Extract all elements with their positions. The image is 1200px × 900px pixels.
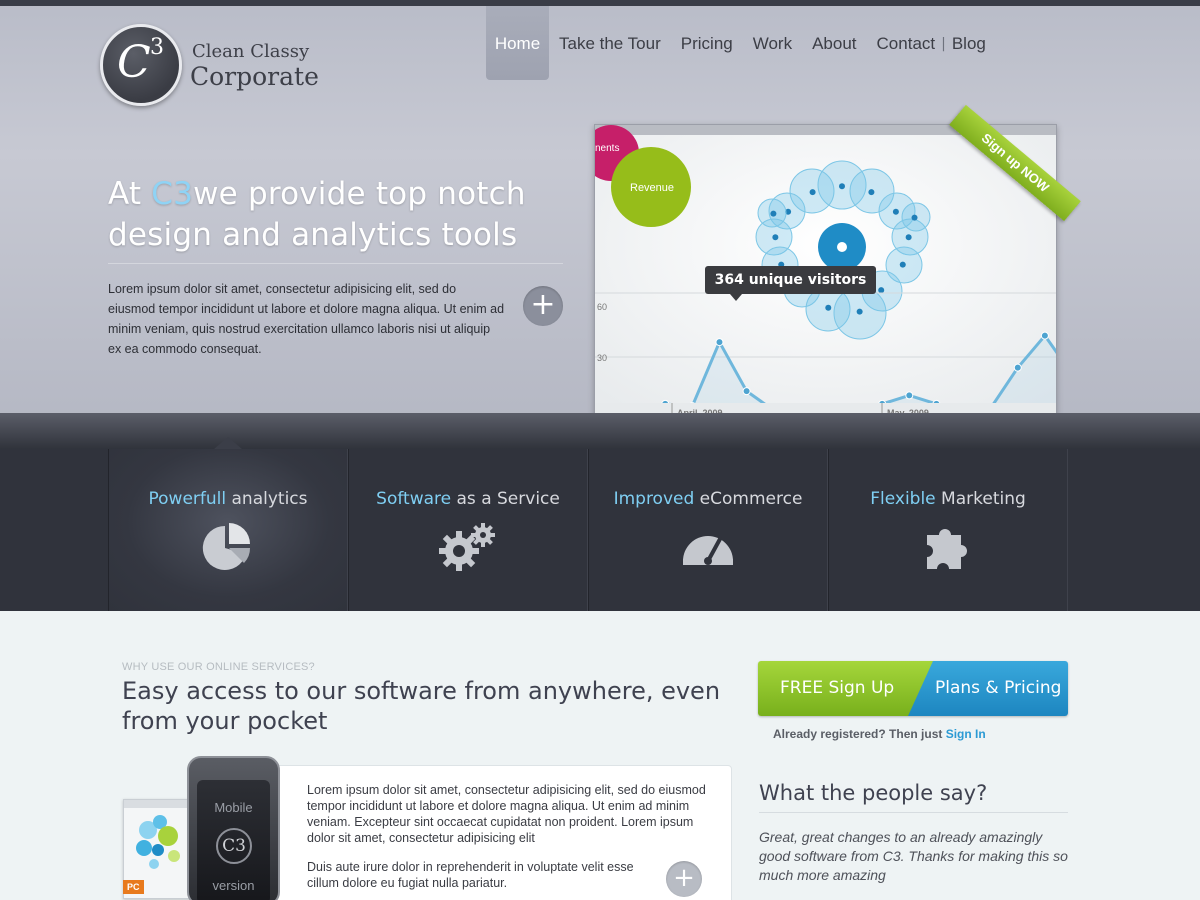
feature-highlight: Improved [613, 489, 695, 509]
y-tick-30: 30 [597, 353, 607, 363]
section-title: Easy access to our software from anywher… [122, 677, 721, 735]
mobile-paragraph-2: Duis aute irure dolor in reprehenderit i… [307, 860, 634, 890]
y-tick-60: 60 [597, 302, 607, 312]
feature-highlight: Flexible [870, 489, 936, 509]
phone-label-bottom: version [212, 878, 255, 893]
logo-mark: C [117, 37, 151, 88]
feature-title: Powerfull analytics [109, 489, 347, 509]
bubble-dot [839, 183, 845, 190]
bubble-dot [892, 208, 899, 215]
bubble-dot [772, 234, 779, 241]
line-point [742, 387, 751, 396]
hero-body: Lorem ipsum dolor sit amet, consectetur … [108, 282, 505, 356]
bubble-dot [868, 189, 875, 196]
phone-logo: C3 [216, 828, 252, 864]
nav-take-the-tour[interactable]: Take the Tour [549, 6, 671, 80]
phone-label-top: Mobile [214, 800, 253, 815]
pie-chart-icon [202, 523, 251, 570]
bubble-dot [899, 261, 906, 268]
bubble-dot [809, 189, 816, 196]
plans-pricing-button[interactable]: Plans & Pricing [908, 661, 1068, 716]
feature-rest: as a Service [451, 489, 560, 509]
visitors-tooltip: 364 unique visitors [705, 266, 876, 301]
section-kicker: WHY USE OUR ONLINE SERVICES? [122, 661, 315, 673]
logo-line-1: Clean Classy [192, 41, 310, 62]
mobile-phone-graphic: Mobile C3 version [187, 756, 280, 900]
bubble-magenta-label: nents [595, 143, 619, 154]
nav-contact[interactable]: Contact [867, 6, 942, 80]
feature-highlight: Powerfull [148, 489, 227, 509]
gears-icon [439, 523, 495, 571]
nav-about[interactable]: About [802, 6, 866, 80]
hero-more-button[interactable]: + [523, 286, 563, 326]
feature-rest: eCommerce [694, 489, 803, 509]
testimonials-divider [759, 812, 1068, 813]
bubble-dot [911, 214, 918, 221]
feature-highlight: Software [376, 489, 452, 509]
line-point [905, 391, 914, 400]
nav-blog[interactable]: Blog [946, 6, 996, 80]
already-registered-text: Already registered? Then just Sign In [773, 727, 986, 741]
free-signup-button[interactable]: FREE Sign Up [758, 661, 933, 716]
bubble-center-dot [837, 242, 847, 252]
nav-work[interactable]: Work [743, 6, 802, 80]
speedometer-icon [683, 536, 733, 565]
testimonials-title: What the people say? [759, 781, 988, 805]
logo-mark-sup: 3 [150, 35, 164, 60]
mobile-paragraph-1: Lorem ipsum dolor sit amet, consectetur … [307, 783, 706, 845]
feature-rest: Marketing [935, 489, 1026, 509]
line-point [1040, 331, 1049, 340]
nav-pricing[interactable]: Pricing [671, 6, 743, 80]
feature-band-top [0, 413, 1200, 449]
feature-marketing[interactable]: Flexible Marketing [828, 449, 1068, 611]
feature-rest: analytics [226, 489, 308, 509]
logo-badge: C 3 [100, 24, 182, 106]
main-nav: Home Take the Tour Pricing Work About Co… [486, 6, 996, 80]
bubble-dot [878, 287, 885, 294]
feature-analytics[interactable]: Powerfull analytics [108, 449, 348, 611]
feature-list: Powerfull analytics Software as a Servic… [108, 449, 1070, 611]
mobile-more-button[interactable]: + [666, 861, 702, 897]
already-label: Already registered? Then just [773, 727, 946, 741]
hero-headline: At C3we provide top notch design and ana… [108, 174, 568, 256]
bubble-dot [856, 308, 863, 315]
puzzle-icon [927, 529, 967, 569]
bubble-dot [770, 210, 777, 217]
hero-divider [108, 263, 563, 264]
bubble-dot [825, 304, 832, 311]
headline-prefix: At [108, 176, 152, 212]
feature-saas[interactable]: Software as a Service [348, 449, 588, 611]
feature-band-notch [214, 437, 242, 449]
feature-title: Improved eCommerce [589, 489, 827, 509]
phone-screen: Mobile C3 version [197, 780, 270, 900]
testimonial-quote: Great, great changes to an already amazi… [759, 829, 1068, 883]
line-point [715, 338, 724, 347]
headline-accent: C3 [151, 176, 194, 212]
feature-ecommerce[interactable]: Improved eCommerce [588, 449, 828, 611]
bubble-dot [905, 234, 912, 241]
site-logo[interactable]: C 3 Clean Classy Corporate [100, 24, 330, 108]
logo-line-2: Corporate [190, 62, 319, 91]
pc-badge: PC [123, 880, 144, 894]
bubble-revenue-label: Revenue [630, 182, 674, 194]
cta-group: FREE Sign Up Plans & Pricing [758, 661, 1068, 716]
sign-in-link[interactable]: Sign In [946, 727, 986, 741]
nav-home[interactable]: Home [486, 6, 549, 80]
line-point [1013, 363, 1022, 372]
feature-title: Flexible Marketing [829, 489, 1067, 509]
feature-title: Software as a Service [349, 489, 587, 509]
